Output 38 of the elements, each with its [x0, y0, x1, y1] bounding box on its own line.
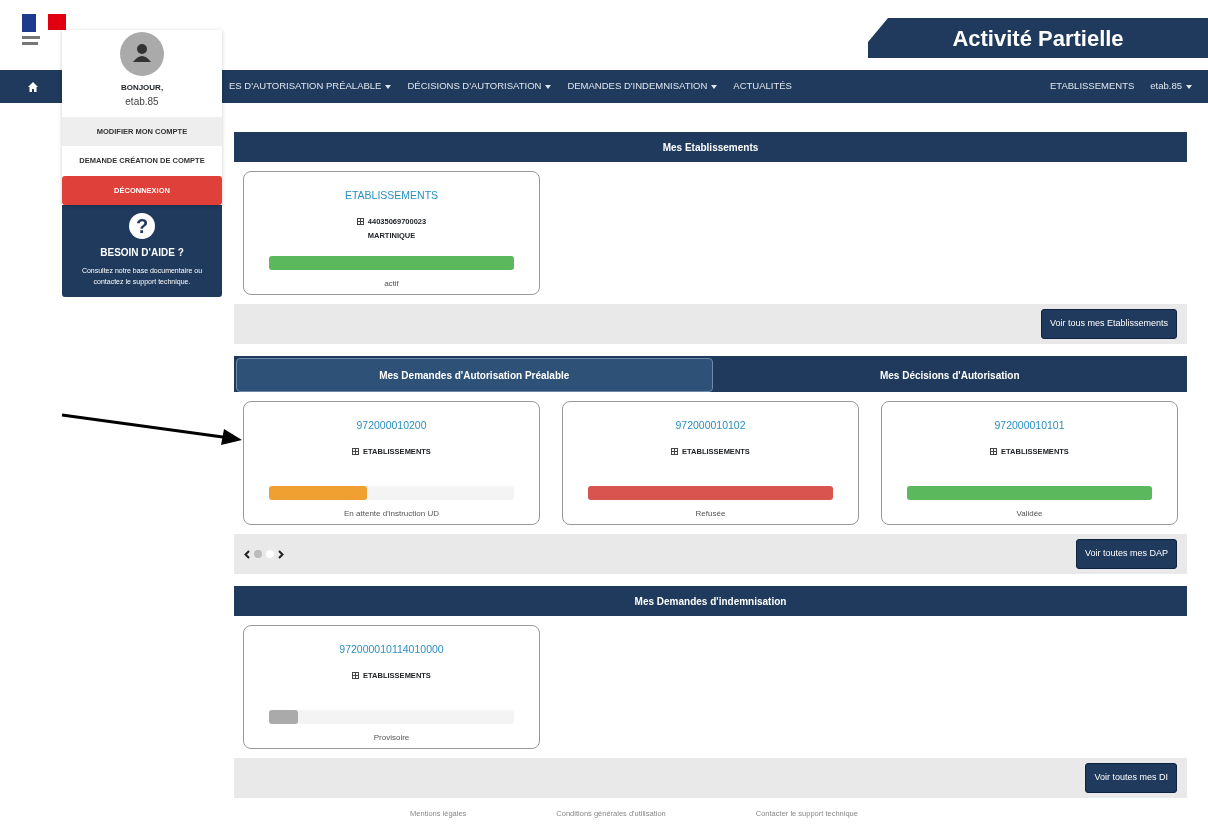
card-status: Validée	[1016, 508, 1043, 520]
app-title: Activité Partielle	[868, 18, 1208, 58]
nav-link[interactable]: etab.85	[1142, 79, 1200, 94]
nav-link[interactable]: ETABLISSEMENTS	[1042, 79, 1143, 94]
card-title-link[interactable]: 972000010101	[994, 418, 1065, 434]
view-all-button[interactable]: Voir tous mes Etablissements	[1040, 309, 1177, 339]
nav-link[interactable]: ACTUALITÉS	[725, 79, 800, 94]
card-status: actif	[384, 278, 399, 290]
card-status: En attente d'instruction UD	[344, 508, 439, 520]
building-icon	[352, 671, 360, 679]
building-icon	[671, 447, 679, 455]
card-status: Refusée	[695, 508, 726, 520]
nav-link[interactable]: DÉCISIONS D'AUTORISATION	[399, 79, 560, 94]
pager-dot[interactable]	[254, 550, 262, 558]
user-avatar	[120, 32, 164, 76]
user-name: etab.85	[124, 95, 160, 109]
section-header: Mes Etablissements	[234, 132, 1187, 162]
card-title-link[interactable]: ETABLISSEMENTS	[344, 188, 439, 204]
home-icon[interactable]	[28, 81, 38, 92]
building-icon	[990, 447, 998, 455]
building-icon	[356, 217, 364, 225]
help-title: BESOIN D'AIDE ?	[99, 246, 185, 260]
question-icon: ?	[129, 213, 155, 239]
tab[interactable]: Mes Décisions d'Autorisation	[712, 358, 1187, 392]
nav-link[interactable]: DEMANDES D'INDEMNISATION	[559, 79, 726, 94]
card-title-link[interactable]: 972000010102	[675, 418, 746, 434]
chevron-left-icon[interactable]	[244, 549, 250, 559]
building-icon	[352, 447, 360, 455]
view-all-button[interactable]: Voir toutes mes DAP	[1075, 539, 1177, 569]
section-header: Mes Demandes d'indemnisation	[234, 586, 1187, 616]
nav-link[interactable]: ES D'AUTORISATION PRÉALABLE	[221, 79, 400, 94]
view-all-button[interactable]: Voir toutes mes DI	[1085, 763, 1177, 793]
tab[interactable]: Mes Demandes d'Autorisation Préalable	[236, 358, 713, 392]
card-title-link[interactable]: 972000010200	[356, 418, 427, 434]
chevron-right-icon[interactable]	[278, 549, 284, 559]
card-status: Provisoire	[373, 732, 410, 744]
greeting: BONJOUR,	[119, 82, 165, 94]
card-title-link[interactable]: 972000010114010000	[339, 642, 444, 658]
